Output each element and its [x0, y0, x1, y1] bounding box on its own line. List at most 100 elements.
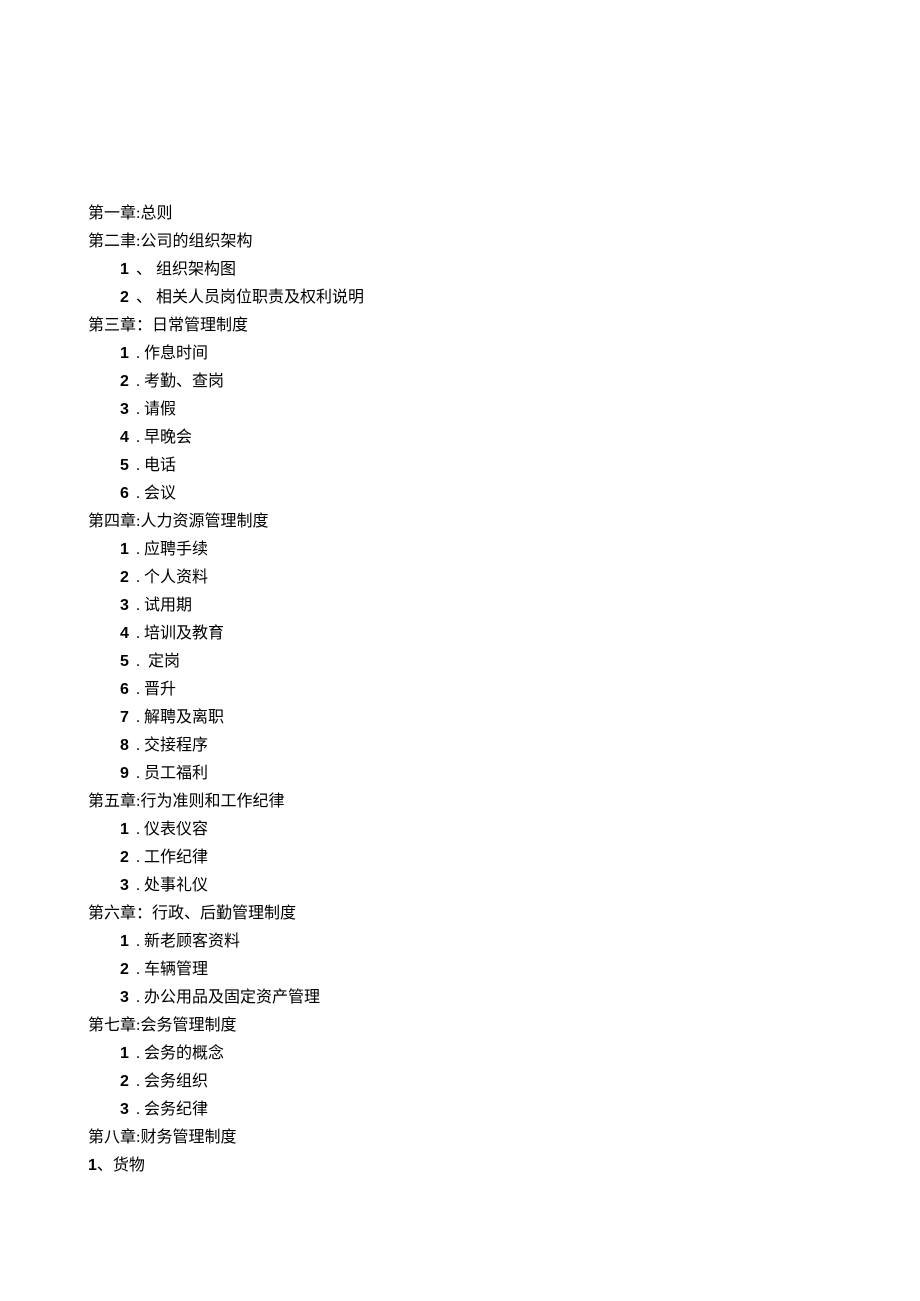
toc-subitem: 3.处事礼仪: [88, 872, 832, 900]
chapter-heading: 第八章:财务管理制度: [88, 1124, 832, 1152]
item-separator: .: [136, 345, 140, 362]
item-text: 解聘及离职: [144, 709, 224, 726]
item-number: 3: [120, 1096, 134, 1124]
item-number: 3: [120, 984, 134, 1012]
item-text: 交接程序: [144, 737, 208, 754]
item-separator: .: [136, 1045, 140, 1062]
item-separator: .: [136, 597, 140, 614]
item-separator: 、: [97, 1157, 113, 1174]
item-text: 早晚会: [144, 429, 192, 446]
item-number: 2: [120, 956, 134, 984]
item-text: 晋升: [144, 681, 176, 698]
item-text: 定岗: [148, 653, 180, 670]
item-separator: .: [136, 765, 140, 782]
item-number: 1: [120, 536, 134, 564]
item-separator: .: [136, 373, 140, 390]
item-separator: 、: [136, 289, 152, 306]
item-text: 仪表仪容: [144, 821, 208, 838]
item-separator: .: [136, 681, 140, 698]
toc-subitem: 2、相关人员岗位职责及权利说明: [88, 284, 832, 312]
toc-subitem: 4.早晚会: [88, 424, 832, 452]
item-text: 组织架构图: [156, 261, 236, 278]
item-number: 7: [120, 704, 134, 732]
toc-subitem: 5. 定岗: [88, 648, 832, 676]
toc-subitem: 1、货物: [88, 1152, 832, 1180]
item-separator: .: [136, 821, 140, 838]
item-number: 3: [120, 592, 134, 620]
toc-subitem: 1.作息时间: [88, 340, 832, 368]
item-number: 1: [120, 340, 134, 368]
item-text: 相关人员岗位职责及权利说明: [156, 289, 364, 306]
chapter-heading: 第六章：行政、后勤管理制度: [88, 900, 832, 928]
item-number: 6: [120, 676, 134, 704]
toc-subitem: 3.会务纪律: [88, 1096, 832, 1124]
item-number: 3: [120, 872, 134, 900]
item-number: 6: [120, 480, 134, 508]
item-number: 9: [120, 760, 134, 788]
item-separator: .: [136, 625, 140, 642]
toc-subitem: 2.会务组织: [88, 1068, 832, 1096]
item-number: 1: [120, 816, 134, 844]
toc-subitem: 3.办公用品及固定资产管理: [88, 984, 832, 1012]
toc-subitem: 1.会务的概念: [88, 1040, 832, 1068]
item-text: 个人资料: [144, 569, 208, 586]
item-separator: .: [136, 877, 140, 894]
toc-subitem: 1、组织架构图: [88, 256, 832, 284]
item-number: 2: [120, 844, 134, 872]
item-text: 考勤、查岗: [144, 373, 224, 390]
item-separator: .: [136, 849, 140, 866]
item-number: 1: [88, 1157, 97, 1174]
toc-subitem: 6.会议: [88, 480, 832, 508]
item-separator: .: [136, 457, 140, 474]
item-separator: .: [136, 569, 140, 586]
toc-subitem: 1.新老顾客资料: [88, 928, 832, 956]
item-separator: .: [136, 1073, 140, 1090]
item-number: 8: [120, 732, 134, 760]
item-separator: .: [136, 709, 140, 726]
toc-subitem: 3.请假: [88, 396, 832, 424]
item-separator: .: [136, 541, 140, 558]
chapter-heading: 第二聿:公司的组织架构: [88, 228, 832, 256]
toc-subitem: 2.个人资料: [88, 564, 832, 592]
item-separator: .: [136, 401, 140, 418]
chapter-heading: 第五章:行为准则和工作纪律: [88, 788, 832, 816]
item-number: 2: [120, 564, 134, 592]
item-separator: .: [136, 429, 140, 446]
toc-subitem: 5.电话: [88, 452, 832, 480]
item-text: 会务的概念: [144, 1045, 224, 1062]
chapter-heading: 第三章：日常管理制度: [88, 312, 832, 340]
item-text: 工作纪律: [144, 849, 208, 866]
item-number: 1: [120, 1040, 134, 1068]
item-text: 会务组织: [144, 1073, 208, 1090]
toc-subitem: 4.培训及教育: [88, 620, 832, 648]
item-number: 2: [120, 1068, 134, 1096]
item-text: 会议: [144, 485, 176, 502]
item-text: 货物: [113, 1157, 145, 1174]
item-separator: .: [136, 737, 140, 754]
chapter-heading: 第四章:人力资源管理制度: [88, 508, 832, 536]
item-separator: .: [136, 485, 140, 502]
item-text: 试用期: [144, 597, 192, 614]
item-text: 车辆管理: [144, 961, 208, 978]
item-number: 5: [120, 452, 134, 480]
toc-subitem: 8.交接程序: [88, 732, 832, 760]
item-text: 电话: [144, 457, 176, 474]
item-text: 办公用品及固定资产管理: [144, 989, 320, 1006]
toc-subitem: 2.考勤、查岗: [88, 368, 832, 396]
item-text: 员工福利: [144, 765, 208, 782]
item-text: 请假: [144, 401, 176, 418]
item-text: 新老顾客资料: [144, 933, 240, 950]
item-separator: 、: [136, 261, 152, 278]
document-content: 第一章:总则第二聿:公司的组织架构1、组织架构图2、相关人员岗位职责及权利说明第…: [88, 200, 832, 1180]
toc-subitem: 6.晋升: [88, 676, 832, 704]
toc-subitem: 3.试用期: [88, 592, 832, 620]
item-number: 3: [120, 396, 134, 424]
toc-subitem: 2.工作纪律: [88, 844, 832, 872]
toc-subitem: 9.员工福利: [88, 760, 832, 788]
item-text: 作息时间: [144, 345, 208, 362]
item-separator: .: [136, 961, 140, 978]
chapter-heading: 第一章:总则: [88, 200, 832, 228]
item-number: 2: [120, 284, 134, 312]
item-separator: .: [136, 1101, 140, 1118]
item-number: 5: [120, 648, 134, 676]
